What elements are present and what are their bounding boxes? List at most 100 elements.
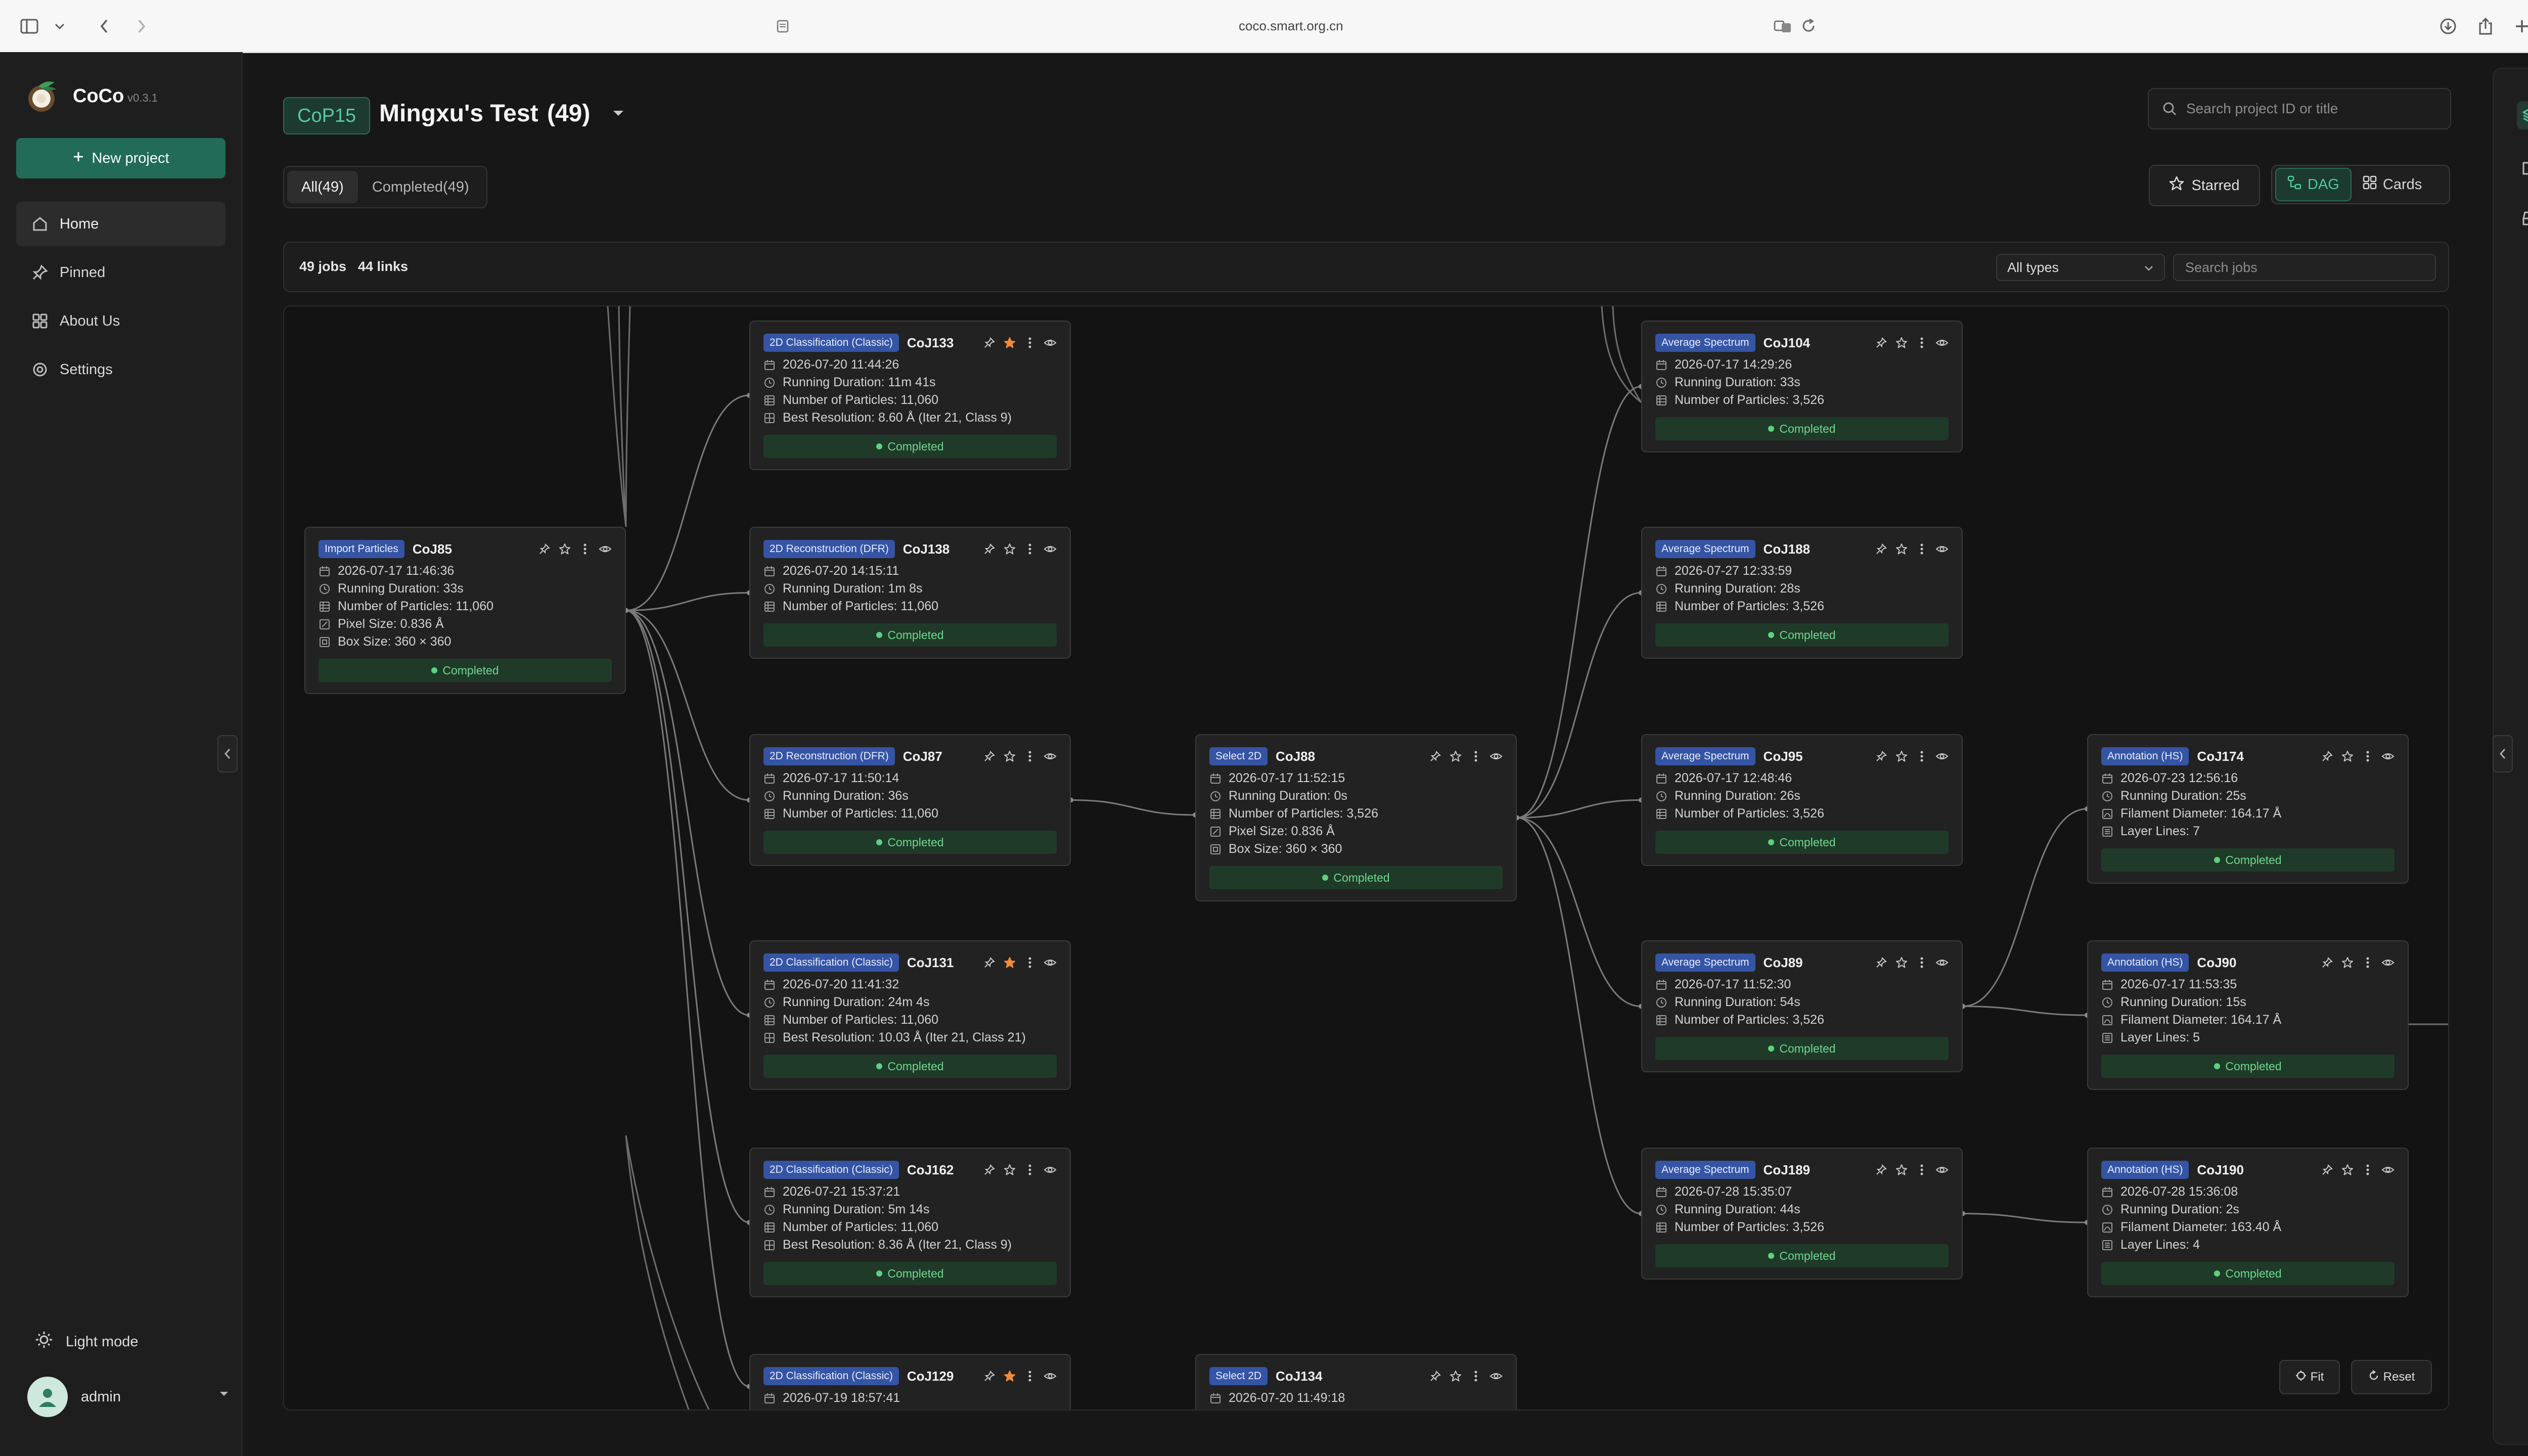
pin-icon[interactable] — [2321, 750, 2334, 763]
more-menu-icon[interactable] — [1915, 750, 1928, 763]
more-menu-icon[interactable] — [2361, 956, 2374, 969]
back-icon[interactable] — [93, 15, 115, 37]
pin-icon[interactable] — [538, 542, 551, 556]
more-menu-icon[interactable] — [1023, 542, 1036, 556]
new-project-button[interactable]: New project — [16, 138, 225, 178]
pin-icon[interactable] — [1875, 750, 1888, 763]
reset-view-button[interactable]: Reset — [2351, 1360, 2432, 1394]
more-menu-icon[interactable] — [1469, 750, 1482, 763]
address-bar-url[interactable]: coco.smart.org.cn — [1239, 18, 1343, 34]
pin-icon[interactable] — [2321, 956, 2334, 969]
job-node-coj90[interactable]: Annotation (HS) CoJ90 2026-07-17 11:53:3… — [2087, 940, 2409, 1090]
job-node-coj131[interactable]: 2D Classification (Classic) CoJ131 2026-… — [749, 940, 1071, 1090]
job-node-coj134[interactable]: Select 2D CoJ134 2026-07-20 11:49:18 — [1195, 1354, 1517, 1409]
eye-icon[interactable] — [1489, 750, 1503, 763]
star-icon[interactable] — [1003, 542, 1016, 556]
job-search-input[interactable] — [2184, 255, 2424, 280]
pin-icon[interactable] — [1875, 1163, 1888, 1176]
archive-icon[interactable] — [2517, 204, 2528, 233]
project-search-input[interactable] — [2185, 100, 2440, 117]
project-switcher-caret-icon[interactable] — [612, 108, 625, 121]
job-node-coj85[interactable]: Import Particles CoJ85 2026-07-17 11:46:… — [304, 527, 626, 694]
more-menu-icon[interactable] — [1023, 336, 1036, 349]
collapse-right-rail-handle[interactable] — [2493, 735, 2513, 772]
collapse-sidebar-handle[interactable] — [217, 735, 238, 772]
star-icon[interactable] — [1003, 336, 1016, 349]
pin-icon[interactable] — [1875, 956, 1888, 969]
forward-icon[interactable] — [130, 15, 153, 37]
tab-all[interactable]: All(49) — [287, 171, 358, 203]
job-node-coj190[interactable]: Annotation (HS) CoJ190 2026-07-28 15:36:… — [2087, 1148, 2409, 1297]
more-menu-icon[interactable] — [1023, 1370, 1036, 1383]
eye-icon[interactable] — [1935, 956, 1949, 969]
share-icon[interactable] — [2474, 15, 2497, 37]
job-node-coj87[interactable]: 2D Reconstruction (DFR) CoJ87 2026-07-17… — [749, 734, 1071, 866]
eye-icon[interactable] — [1935, 336, 1949, 349]
chevron-down-icon[interactable] — [49, 15, 71, 37]
more-menu-icon[interactable] — [1023, 956, 1036, 969]
more-menu-icon[interactable] — [1023, 1163, 1036, 1176]
nav-item-settings[interactable]: Settings — [16, 347, 225, 392]
star-icon[interactable] — [1895, 956, 1908, 969]
eye-icon[interactable] — [1935, 750, 1949, 763]
view-dag-button[interactable]: DAG — [2275, 168, 2352, 201]
job-node-coj189[interactable]: Average Spectrum CoJ189 2026-07-28 15:35… — [1641, 1148, 1963, 1280]
more-menu-icon[interactable] — [1915, 1163, 1928, 1176]
star-icon[interactable] — [1895, 750, 1908, 763]
dag-canvas[interactable]: Import Particles CoJ85 2026-07-17 11:46:… — [283, 305, 2449, 1410]
nav-item-about-us[interactable]: About Us — [16, 299, 225, 343]
more-menu-icon[interactable] — [578, 542, 592, 556]
more-menu-icon[interactable] — [1915, 956, 1928, 969]
pin-icon[interactable] — [2321, 1163, 2334, 1176]
more-menu-icon[interactable] — [1915, 542, 1928, 556]
more-menu-icon[interactable] — [2361, 1163, 2374, 1176]
new-tab-icon[interactable] — [2511, 15, 2528, 37]
eye-icon[interactable] — [1044, 956, 1057, 969]
reader-icon[interactable] — [772, 15, 794, 37]
eye-icon[interactable] — [1935, 542, 1949, 556]
pin-icon[interactable] — [983, 336, 996, 349]
star-icon[interactable] — [1003, 1370, 1016, 1383]
job-node-coj104[interactable]: Average Spectrum CoJ104 2026-07-17 14:29… — [1641, 321, 1963, 452]
starred-filter-button[interactable]: Starred — [2149, 165, 2260, 206]
job-node-coj129[interactable]: 2D Classification (Classic) CoJ129 2026-… — [749, 1354, 1071, 1409]
job-node-coj88[interactable]: Select 2D CoJ88 2026-07-17 11:52:15 Runni… — [1195, 734, 1517, 901]
folder-download-icon[interactable] — [2517, 154, 2528, 182]
eye-icon[interactable] — [599, 542, 612, 556]
more-menu-icon[interactable] — [1023, 750, 1036, 763]
eye-icon[interactable] — [1489, 1370, 1503, 1383]
eye-icon[interactable] — [1044, 1370, 1057, 1383]
star-icon[interactable] — [1003, 956, 1016, 969]
eye-icon[interactable] — [1044, 336, 1057, 349]
star-icon[interactable] — [1003, 1163, 1016, 1176]
job-node-coj162[interactable]: 2D Classification (Classic) CoJ162 2026-… — [749, 1148, 1071, 1297]
job-type-select[interactable]: All types — [1996, 254, 2165, 281]
pin-icon[interactable] — [1429, 750, 1442, 763]
star-icon[interactable] — [1895, 542, 1908, 556]
star-icon[interactable] — [1449, 750, 1462, 763]
download-icon[interactable] — [2437, 15, 2459, 37]
star-icon[interactable] — [558, 542, 571, 556]
more-menu-icon[interactable] — [1915, 336, 1928, 349]
nav-item-home[interactable]: Home — [16, 202, 225, 246]
translate-icon[interactable] — [1773, 15, 1795, 37]
view-cards-button[interactable]: Cards — [2352, 169, 2433, 200]
star-icon[interactable] — [1895, 1163, 1908, 1176]
light-mode-toggle[interactable]: Light mode — [35, 1331, 139, 1352]
fit-view-button[interactable]: Fit — [2279, 1360, 2340, 1394]
job-node-coj89[interactable]: Average Spectrum CoJ89 2026-07-17 11:52:… — [1641, 940, 1963, 1072]
star-icon[interactable] — [1003, 750, 1016, 763]
layers-icon[interactable] — [2517, 101, 2528, 129]
eye-icon[interactable] — [2381, 750, 2395, 763]
job-node-coj133[interactable]: 2D Classification (Classic) CoJ133 2026-… — [749, 321, 1071, 470]
more-menu-icon[interactable] — [2361, 750, 2374, 763]
eye-icon[interactable] — [2381, 1163, 2395, 1176]
star-icon[interactable] — [1449, 1370, 1462, 1383]
pin-icon[interactable] — [1875, 542, 1888, 556]
eye-icon[interactable] — [1044, 1163, 1057, 1176]
pin-icon[interactable] — [1429, 1370, 1442, 1383]
nav-item-pinned[interactable]: Pinned — [16, 250, 225, 295]
sidebar-toggle-icon[interactable] — [18, 15, 40, 37]
user-menu[interactable]: admin — [27, 1377, 230, 1417]
pin-icon[interactable] — [983, 1163, 996, 1176]
